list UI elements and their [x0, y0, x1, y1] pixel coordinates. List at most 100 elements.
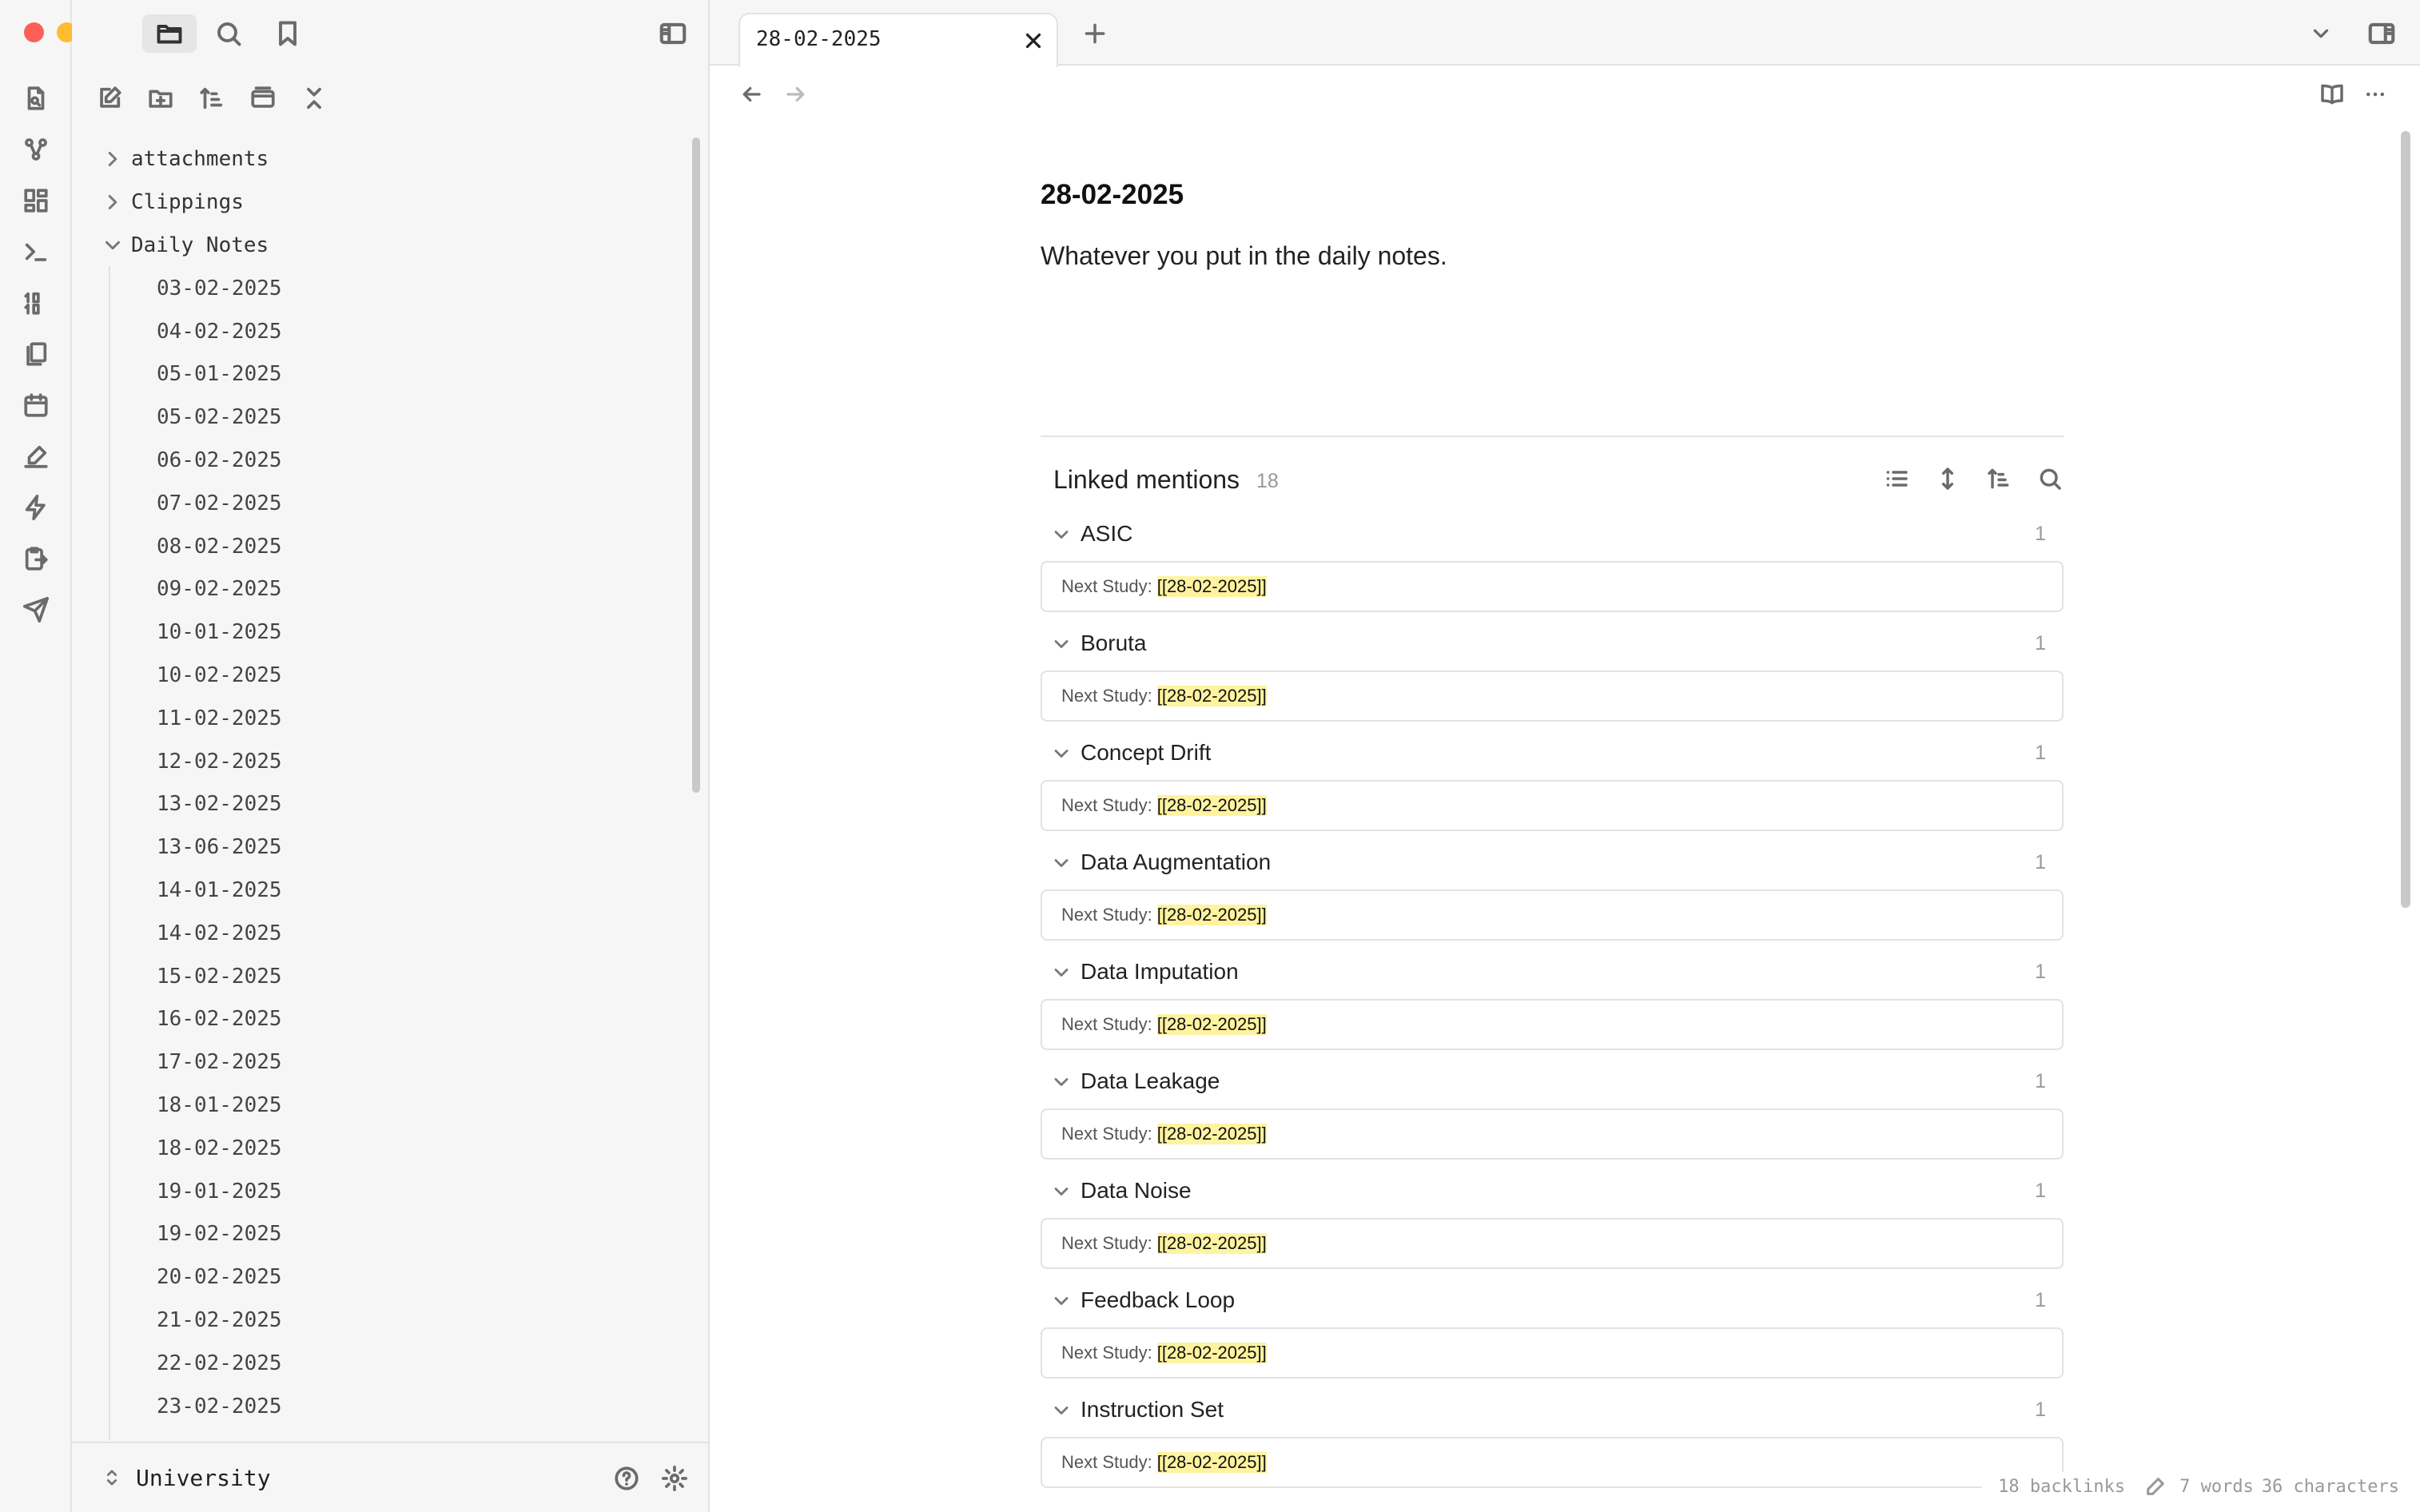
file-item[interactable]: 23-02-2025	[72, 1385, 679, 1428]
mention-group-header[interactable]: Data Leakage 1	[1041, 1059, 2064, 1105]
snippet-link[interactable]: [[28-02-2025]]	[1156, 905, 1267, 925]
snippet-link[interactable]: [[28-02-2025]]	[1156, 1343, 1267, 1363]
mention-group-header[interactable]: Feedback Loop 1	[1041, 1278, 2064, 1324]
mention-group-header[interactable]: Data Imputation 1	[1041, 949, 2064, 996]
folder-icon[interactable]	[142, 14, 197, 53]
mention-group-header[interactable]: Concept Drift 1	[1041, 730, 2064, 777]
draw-icon[interactable]	[18, 438, 54, 475]
file-item[interactable]: 16-02-2025	[72, 998, 679, 1041]
sidebar-scrollbar[interactable]	[692, 137, 700, 793]
sort-mentions-icon[interactable]	[1980, 460, 2017, 497]
file-item[interactable]: 08-02-2025	[72, 525, 679, 568]
note-body[interactable]: Whatever you put in the daily notes.	[1041, 241, 1447, 271]
folder-attachments[interactable]: attachments	[72, 137, 679, 181]
snippet-link[interactable]: [[28-02-2025]]	[1156, 1124, 1267, 1144]
collapse-all-icon[interactable]	[296, 80, 332, 117]
file-item[interactable]: 18-01-2025	[72, 1084, 679, 1127]
file-item[interactable]: 19-01-2025	[72, 1170, 679, 1213]
file-item[interactable]: 15-02-2025	[72, 955, 679, 998]
collapse-view-icon[interactable]	[245, 80, 281, 117]
file-item[interactable]: 21-02-2025	[72, 1299, 679, 1342]
editor-scrollbar[interactable]	[2401, 131, 2410, 908]
reading-view-book-icon[interactable]	[2315, 77, 2350, 112]
new-folder-icon[interactable]	[142, 80, 179, 117]
publish-icon[interactable]	[18, 591, 54, 628]
mention-group-header[interactable]: Instruction Set 1	[1041, 1387, 2064, 1434]
snippet-link[interactable]: [[28-02-2025]]	[1156, 1014, 1267, 1035]
vault-switcher[interactable]: University	[72, 1442, 710, 1512]
file-item[interactable]: 07-02-2025	[72, 482, 679, 525]
file-item[interactable]: 11-02-2025	[72, 697, 679, 740]
mention-snippet[interactable]: Next Study: [[28-02-2025]]	[1041, 1218, 2064, 1269]
file-item[interactable]: 06-02-2025	[72, 439, 679, 482]
note-title[interactable]: 28-02-2025	[1041, 179, 1184, 211]
mention-snippet[interactable]: Next Study: [[28-02-2025]]	[1041, 999, 2064, 1050]
tab-note[interactable]: 28-02-2025	[738, 13, 1058, 67]
mention-group-header[interactable]: Boruta 1	[1041, 621, 2064, 667]
mention-snippet[interactable]: Next Study: [[28-02-2025]]	[1041, 561, 2064, 612]
mention-group-header[interactable]: Data Noise 1	[1041, 1168, 2064, 1215]
right-sidebar-toggle-icon[interactable]	[2362, 16, 2401, 51]
search-mentions-icon[interactable]	[2032, 460, 2068, 497]
settings-gear-icon[interactable]	[657, 1461, 692, 1496]
snippet-link[interactable]: [[28-02-2025]]	[1156, 576, 1267, 597]
file-item[interactable]: 13-02-2025	[72, 783, 679, 826]
mention-snippet[interactable]: Next Study: [[28-02-2025]]	[1041, 780, 2064, 831]
file-item[interactable]: 20-02-2025	[72, 1255, 679, 1299]
forward-arrow-icon[interactable]	[778, 77, 814, 112]
list-view-icon[interactable]	[1878, 460, 1915, 497]
help-icon[interactable]	[609, 1461, 644, 1496]
file-item[interactable]: 14-02-2025	[72, 912, 679, 955]
mention-snippet[interactable]: Next Study: [[28-02-2025]]	[1041, 1437, 2064, 1488]
snippet-link[interactable]: [[28-02-2025]]	[1156, 1233, 1267, 1254]
window-close-button[interactable]	[24, 22, 44, 42]
new-tab-plus-icon[interactable]	[1077, 16, 1112, 51]
new-note-icon[interactable]	[91, 80, 128, 117]
calendar-icon[interactable]	[18, 387, 54, 424]
backlinks-count[interactable]: 18 backlinks	[1998, 1477, 2125, 1497]
file-item[interactable]: 22-02-2025	[72, 1342, 679, 1385]
command-palette-icon[interactable]	[18, 233, 54, 270]
close-icon[interactable]	[1021, 29, 1045, 53]
mention-snippet[interactable]: Next Study: [[28-02-2025]]	[1041, 670, 2064, 722]
mention-group-header[interactable]: Data Augmentation 1	[1041, 840, 2064, 886]
file-item[interactable]: 09-02-2025	[72, 568, 679, 611]
automation-icon[interactable]	[18, 489, 54, 526]
open-quick-switcher-icon[interactable]	[18, 80, 54, 117]
canvas-icon[interactable]	[18, 182, 54, 219]
file-item[interactable]: 05-01-2025	[72, 353, 679, 396]
sort-icon[interactable]	[193, 80, 230, 117]
export-icon[interactable]	[18, 540, 54, 577]
snippet-link[interactable]: [[28-02-2025]]	[1156, 686, 1267, 706]
file-item[interactable]: 18-02-2025	[72, 1127, 679, 1170]
daily-notes-icon[interactable]	[18, 284, 54, 321]
tab-list-chevron-down-icon[interactable]	[2303, 16, 2338, 51]
sidebar-toggle-icon[interactable]	[646, 14, 700, 53]
file-item[interactable]: 13-06-2025	[72, 826, 679, 869]
search-icon[interactable]	[201, 14, 256, 53]
graph-view-icon[interactable]	[18, 131, 54, 168]
templates-icon[interactable]	[18, 336, 54, 372]
file-item[interactable]: 10-02-2025	[72, 654, 679, 697]
file-item[interactable]: 12-02-2025	[72, 740, 679, 783]
back-arrow-icon[interactable]	[734, 77, 769, 112]
bookmark-icon[interactable]	[261, 14, 315, 53]
folder-daily-notes[interactable]: Daily Notes	[72, 224, 679, 267]
expand-collapse-icon[interactable]	[1929, 460, 1966, 497]
more-options-icon[interactable]	[2358, 77, 2393, 112]
file-item[interactable]: 14-01-2025	[72, 869, 679, 912]
mention-group-header[interactable]: ASIC 1	[1041, 511, 2064, 558]
snippet-link[interactable]: [[28-02-2025]]	[1156, 1452, 1267, 1473]
folder-clippings[interactable]: Clippings	[72, 181, 679, 224]
file-item[interactable]: 03-02-2025	[72, 267, 679, 310]
snippet-link[interactable]: [[28-02-2025]]	[1156, 795, 1267, 816]
file-item[interactable]: 19-02-2025	[72, 1213, 679, 1256]
mention-snippet[interactable]: Next Study: [[28-02-2025]]	[1041, 1327, 2064, 1379]
file-item[interactable]: 17-02-2025	[72, 1040, 679, 1084]
edit-pencil-icon[interactable]	[2144, 1475, 2167, 1498]
file-item[interactable]: 04-02-2025	[72, 310, 679, 353]
mention-snippet[interactable]: Next Study: [[28-02-2025]]	[1041, 1108, 2064, 1160]
mention-snippet[interactable]: Next Study: [[28-02-2025]]	[1041, 889, 2064, 941]
file-item[interactable]: 10-01-2025	[72, 611, 679, 654]
file-item[interactable]: 05-02-2025	[72, 396, 679, 439]
